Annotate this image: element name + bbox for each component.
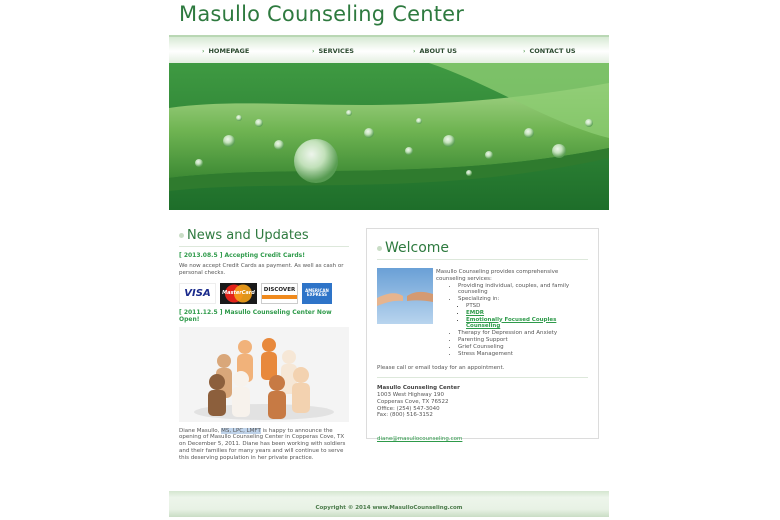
specializing-label: Specializing in: bbox=[458, 296, 500, 303]
emdr-link[interactable]: EMDR bbox=[466, 310, 484, 316]
news-item-2-title[interactable]: [ 2011.12.5 ] Masullo Counseling Center … bbox=[179, 309, 349, 323]
nav-label: SERVICES bbox=[318, 47, 354, 55]
specialties-list: PTSD EMDR Emotionally Focused Couples Co… bbox=[458, 303, 588, 330]
divider bbox=[377, 259, 588, 260]
news-item-2-text: Diane Masullo, MS, LPC, LMFT is happy to… bbox=[179, 427, 349, 462]
divider bbox=[377, 377, 588, 379]
contact-address: Masullo Counseling Center 1003 West High… bbox=[377, 385, 588, 419]
news-item-2-text-a: Diane Masullo, bbox=[179, 427, 222, 434]
credit-card-logos: VISA MasterCard DISCOVER AMERICAN EXPRES… bbox=[179, 282, 349, 304]
news-item-1-title[interactable]: [ 2013.08.5 ] Accepting Credit Cards! bbox=[179, 252, 349, 259]
services-intro: Masullo Counseling provides comprehensiv… bbox=[436, 269, 559, 282]
address-street: 1003 West Highway 190 bbox=[377, 391, 445, 398]
hero-image-water-drops bbox=[169, 63, 609, 210]
list-item: Grief Counseling bbox=[458, 344, 588, 351]
arrow-icon: › bbox=[312, 48, 315, 55]
hands-illustration bbox=[377, 291, 433, 306]
welcome-panel: Welcome Masullo Counseling provides comp… bbox=[366, 228, 599, 442]
paper-people-circle-image bbox=[179, 326, 349, 422]
services-block: Masullo Counseling provides comprehensiv… bbox=[436, 268, 588, 357]
list-item: Specializing in: PTSD EMDR Emotionally F… bbox=[458, 296, 588, 330]
nav-about-us[interactable]: › ABOUT US bbox=[413, 47, 457, 55]
nav-label: HOMEPAGE bbox=[208, 47, 250, 55]
email-wrap: diane@masullocounseling.com bbox=[377, 425, 588, 444]
list-item: EMDR bbox=[466, 310, 588, 317]
list-item: Emotionally Focused Couples Counseling bbox=[466, 317, 588, 331]
services-list: Providing individual, couples, and famil… bbox=[436, 283, 588, 358]
news-item-1-text: We now accept Credit Cards as payment. A… bbox=[179, 263, 344, 276]
office-phone: Office: (254) 547-3040 bbox=[377, 405, 440, 412]
efcc-link[interactable]: Emotionally Focused Couples Counseling bbox=[466, 317, 556, 330]
hands-reaching-image bbox=[377, 268, 433, 324]
nav-homepage[interactable]: › HOMEPAGE bbox=[202, 47, 249, 55]
credentials-highlight: MS, LPC, LMFT bbox=[221, 427, 261, 434]
welcome-body: Masullo Counseling provides comprehensiv… bbox=[377, 268, 588, 357]
copyright-text: Copyright © 2014 www.MasulloCounseling.c… bbox=[315, 505, 463, 511]
arrow-icon: › bbox=[202, 48, 205, 55]
list-item: Providing individual, couples, and famil… bbox=[458, 283, 588, 297]
list-item: Therapy for Depression and Anxiety bbox=[458, 330, 588, 337]
arrow-icon: › bbox=[523, 48, 526, 55]
news-heading: News and Updates bbox=[179, 228, 349, 243]
list-item: Parenting Support bbox=[458, 337, 588, 344]
welcome-heading: Welcome bbox=[377, 240, 588, 256]
address-city: Copperas Cove, TX 76522 bbox=[377, 398, 449, 405]
welcome-heading-text: Welcome bbox=[385, 240, 450, 256]
nav-label: ABOUT US bbox=[419, 47, 457, 55]
visa-logo: VISA bbox=[179, 282, 216, 304]
arrow-icon: › bbox=[413, 48, 416, 55]
nav-contact-us[interactable]: › CONTACT US bbox=[523, 47, 576, 55]
site-title: Masullo Counseling Center bbox=[179, 2, 465, 26]
news-heading-text: News and Updates bbox=[187, 228, 309, 243]
address-name: Masullo Counseling Center bbox=[377, 385, 460, 392]
nav-services[interactable]: › SERVICES bbox=[312, 47, 354, 55]
discover-stripe bbox=[262, 295, 297, 300]
discover-text: DISCOVER bbox=[263, 287, 296, 294]
list-item: PTSD bbox=[466, 303, 588, 310]
email-link[interactable]: diane@masullocounseling.com bbox=[377, 436, 462, 442]
bullet-icon bbox=[179, 233, 184, 238]
people-ring-illustration bbox=[179, 326, 349, 422]
divider bbox=[179, 246, 349, 247]
bullet-icon bbox=[377, 245, 382, 251]
call-to-action-text: Please call or email today for an appoin… bbox=[377, 365, 505, 372]
list-item: Stress Management bbox=[458, 351, 588, 358]
nav-label: CONTACT US bbox=[529, 47, 576, 55]
leaf-illustration bbox=[169, 63, 609, 210]
mastercard-logo: MasterCard bbox=[220, 282, 257, 304]
news-column: News and Updates [ 2013.08.5 ] Accepting… bbox=[179, 228, 349, 462]
footer: Copyright © 2014 www.MasulloCounseling.c… bbox=[169, 491, 609, 517]
page: Masullo Counseling Center › HOMEPAGE › SER… bbox=[0, 0, 780, 520]
mastercard-text: MasterCard bbox=[222, 290, 255, 297]
discover-logo: DISCOVER bbox=[261, 282, 298, 304]
amex-logo: AMERICAN EXPRESS bbox=[302, 282, 332, 304]
fax-number: Fax: (800) 516-3152 bbox=[377, 412, 433, 419]
main-nav: › HOMEPAGE › SERVICES › ABOUT US › CONTACT U… bbox=[169, 35, 609, 63]
